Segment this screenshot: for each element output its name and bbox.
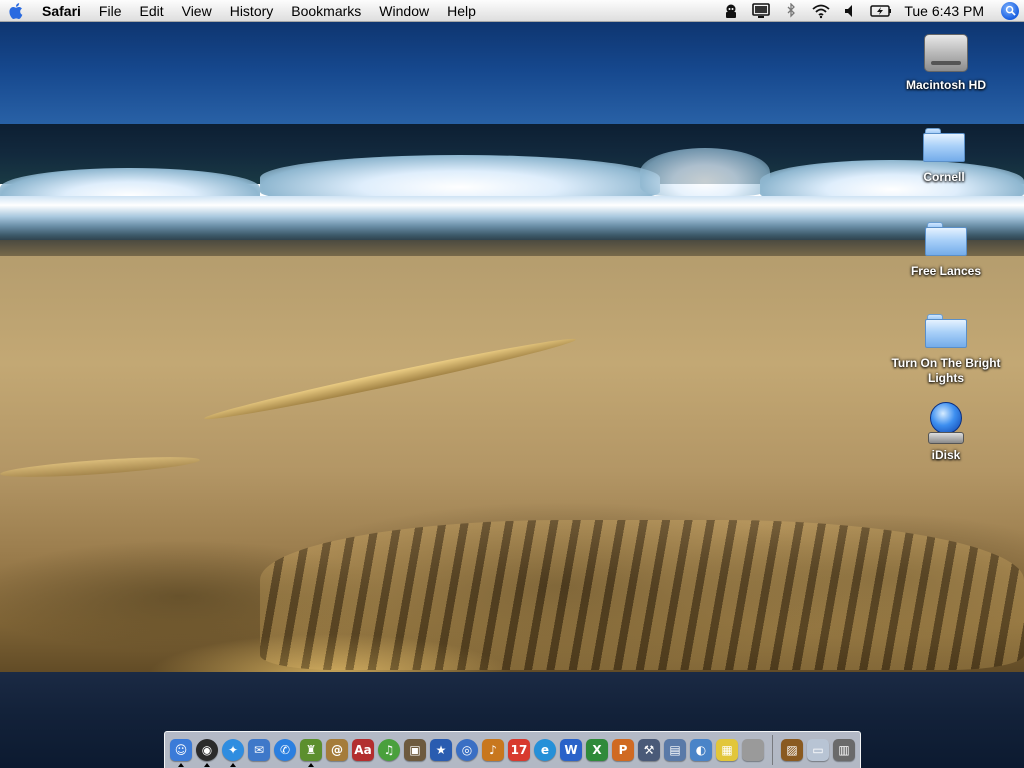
- xcode-icon: ⚒: [638, 739, 660, 761]
- remote-desktop-dock-item[interactable]: ▤: [662, 735, 688, 765]
- menu-view[interactable]: View: [173, 0, 221, 22]
- finder-icon: ☺: [170, 739, 192, 761]
- dock-separator: [772, 735, 773, 765]
- ichat-dock-item[interactable]: ✆: [272, 735, 298, 765]
- itunes-dock-item[interactable]: ♫: [376, 735, 402, 765]
- ichat-icon: ✆: [274, 739, 296, 761]
- desktop-icon-label: Free Lances: [910, 264, 982, 278]
- automator-dock-item[interactable]: ♜: [298, 735, 324, 767]
- idvd-dock-item[interactable]: ◎: [454, 735, 480, 765]
- wallpaper-foam: [0, 196, 1024, 242]
- battery-icon[interactable]: [866, 0, 896, 22]
- bluetooth-icon[interactable]: [776, 0, 806, 22]
- documents-stack-icon: ▭: [807, 739, 829, 761]
- stickies-icon: ▦: [716, 739, 738, 761]
- desktop-icon-label: Macintosh HD: [905, 78, 986, 92]
- trash-dock-item[interactable]: ▥: [831, 735, 857, 765]
- running-indicator: [178, 763, 184, 767]
- mail-icon: ✉: [248, 739, 270, 761]
- finder-dock-item[interactable]: ☺: [168, 735, 194, 767]
- dock-docs: ▨ ▭ ▥: [779, 735, 857, 765]
- menu-clock[interactable]: Tue 6:43 PM: [896, 3, 996, 19]
- hard-drive-icon: [923, 30, 969, 76]
- folder-icon: [923, 216, 969, 262]
- pictures-stack-dock-item[interactable]: ▨: [779, 735, 805, 765]
- system-preferences-icon: [742, 739, 764, 761]
- menu-bookmarks[interactable]: Bookmarks: [282, 0, 370, 22]
- address-book-dock-item[interactable]: @: [324, 735, 350, 765]
- display-icon[interactable]: [746, 0, 776, 22]
- desktop-icon-free-lances[interactable]: Free Lances: [881, 216, 1011, 279]
- ical-dock-item[interactable]: 17: [506, 735, 532, 765]
- idvd-icon: ◎: [456, 739, 478, 761]
- remote-desktop-icon: ▤: [664, 739, 686, 761]
- wallpaper-wave: [260, 155, 660, 201]
- menu-edit[interactable]: Edit: [130, 0, 172, 22]
- folder-icon: [923, 308, 969, 354]
- desktop-icon-label: Turn On The Bright Lights: [891, 356, 1001, 385]
- running-indicator: [230, 763, 236, 767]
- automator-icon: ♜: [300, 739, 322, 761]
- script-menu-icon[interactable]: [716, 0, 746, 22]
- desktop-icon-macintosh-hd[interactable]: Macintosh HD: [881, 30, 1011, 93]
- ical-icon: 17: [508, 739, 530, 761]
- desktop-icon-cornell[interactable]: Cornell: [879, 122, 1009, 185]
- xcode-dock-item[interactable]: ⚒: [636, 735, 662, 765]
- wifi-icon[interactable]: [806, 0, 836, 22]
- trash-icon: ▥: [833, 739, 855, 761]
- running-indicator: [308, 763, 314, 767]
- folder-icon: [921, 122, 967, 168]
- desktop-icon-idisk[interactable]: iDisk: [881, 400, 1011, 463]
- desktop-icon-label: iDisk: [931, 448, 961, 462]
- iweb-icon: e: [534, 739, 556, 761]
- powerpoint-icon: P: [612, 739, 634, 761]
- system-preferences-dock-item[interactable]: [740, 735, 766, 765]
- word-icon: W: [560, 739, 582, 761]
- stickies-dock-item[interactable]: ▦: [714, 735, 740, 765]
- apple-menu-icon[interactable]: [0, 0, 34, 22]
- desktop-icon-label: Cornell: [923, 170, 965, 184]
- idisk-icon: [923, 400, 969, 446]
- preview-icon: ◐: [690, 739, 712, 761]
- excel-dock-item[interactable]: X: [584, 735, 610, 765]
- mail-dock-item[interactable]: ✉: [246, 735, 272, 765]
- spotlight-icon[interactable]: [996, 0, 1024, 22]
- garageband-dock-item[interactable]: ♪: [480, 735, 506, 765]
- iphoto-icon: ▣: [404, 739, 426, 761]
- wallpaper-wave: [640, 148, 770, 196]
- menu-history[interactable]: History: [221, 0, 283, 22]
- word-dock-item[interactable]: W: [558, 735, 584, 765]
- iweb-dock-item[interactable]: e: [532, 735, 558, 765]
- status-menus: [716, 0, 896, 22]
- menu-help[interactable]: Help: [438, 0, 485, 22]
- iphoto-dock-item[interactable]: ▣: [402, 735, 428, 765]
- running-indicator: [204, 763, 210, 767]
- wallpaper-sand-ripples: [260, 520, 1024, 670]
- dictionary-dock-item[interactable]: Aa: [350, 735, 376, 765]
- dashboard-icon: ◉: [196, 739, 218, 761]
- dashboard-dock-item[interactable]: ◉: [194, 735, 220, 767]
- address-book-icon: @: [326, 739, 348, 761]
- documents-stack-dock-item[interactable]: ▭: [805, 735, 831, 765]
- desktop-wallpaper: [0, 0, 1024, 768]
- desktop-icon-turn-on-the-bright-lights[interactable]: Turn On The Bright Lights: [881, 308, 1011, 386]
- dictionary-icon: Aa: [352, 739, 374, 761]
- imovie-dock-item[interactable]: ★: [428, 735, 454, 765]
- excel-icon: X: [586, 739, 608, 761]
- menu-bar: Safari File Edit View History Bookmarks …: [0, 0, 1024, 22]
- pictures-stack-icon: ▨: [781, 739, 803, 761]
- preview-dock-item[interactable]: ◐: [688, 735, 714, 765]
- dock-apps: ☺ ◉ ✦ ✉ ✆ ♜ @ Aa ♫ ▣ ★ ◎ ♪ 17 e W X P ⚒ ▤ ◐ ▦: [168, 735, 766, 767]
- powerpoint-dock-item[interactable]: P: [610, 735, 636, 765]
- imovie-icon: ★: [430, 739, 452, 761]
- itunes-icon: ♫: [378, 739, 400, 761]
- dock: ☺ ◉ ✦ ✉ ✆ ♜ @ Aa ♫ ▣ ★ ◎ ♪ 17 e W X P ⚒ ▤ ◐ ▦ ▨ ▭ ▥: [164, 731, 861, 768]
- app-menu-safari[interactable]: Safari: [34, 0, 90, 22]
- menu-file[interactable]: File: [90, 0, 131, 22]
- garageband-icon: ♪: [482, 739, 504, 761]
- safari-dock-item[interactable]: ✦: [220, 735, 246, 767]
- safari-icon: ✦: [222, 739, 244, 761]
- volume-icon[interactable]: [836, 0, 866, 22]
- menu-window[interactable]: Window: [370, 0, 438, 22]
